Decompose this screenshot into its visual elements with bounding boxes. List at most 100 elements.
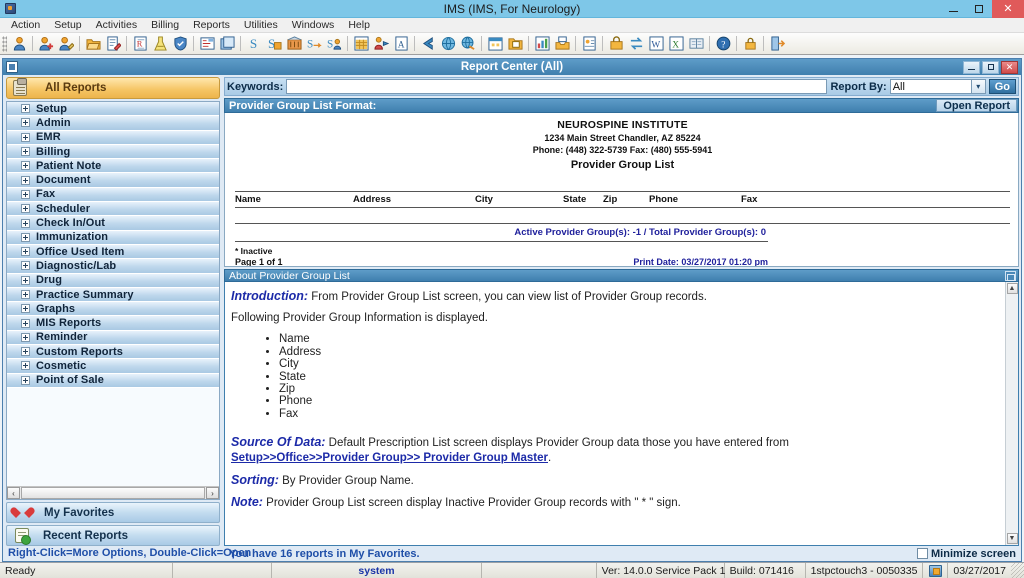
menu-item-reports[interactable]: Reports [186, 18, 237, 33]
sidebar-item-admin[interactable]: Admin [7, 116, 219, 131]
status-app-icon-cell[interactable] [923, 563, 949, 578]
menu-item-action[interactable]: Action [4, 18, 47, 33]
prescription-icon[interactable]: R [131, 35, 149, 53]
report-center-minimize-button[interactable] [963, 60, 980, 74]
authorization-icon[interactable]: A [392, 35, 410, 53]
expand-icon[interactable] [21, 347, 30, 357]
globe-icon[interactable] [439, 35, 457, 53]
expand-icon[interactable] [21, 132, 30, 142]
go-button[interactable]: Go [988, 79, 1016, 94]
hscroll-thumb[interactable] [21, 487, 205, 499]
sidebar-item-check-in-out[interactable]: Check In/Out [7, 216, 219, 231]
about-vscrollbar[interactable]: ▲ ▼ [1005, 282, 1018, 545]
back-arrow-icon[interactable] [419, 35, 437, 53]
sidebar-item-mis-reports[interactable]: MIS Reports [7, 316, 219, 331]
bank-icon[interactable] [285, 35, 303, 53]
open-report-button[interactable]: Open Report [936, 99, 1017, 112]
menu-item-billing[interactable]: Billing [144, 18, 186, 33]
sidebar-item-drug[interactable]: Drug [7, 273, 219, 288]
toolbar-grip[interactable] [2, 35, 7, 52]
sidebar-item-immunization[interactable]: Immunization [7, 230, 219, 245]
document-stack-icon[interactable] [218, 35, 236, 53]
sidebar-item-graphs[interactable]: Graphs [7, 302, 219, 317]
expand-icon[interactable] [21, 218, 30, 228]
scroll-left-button[interactable]: ‹ [7, 487, 20, 499]
sidebar-item-patient-note[interactable]: Patient Note [7, 159, 219, 174]
lab-flask-icon[interactable] [151, 35, 169, 53]
sidebar-item-document[interactable]: Document [7, 173, 219, 188]
open-folder-icon[interactable] [84, 35, 102, 53]
scroll-up-button[interactable]: ▲ [1006, 283, 1018, 294]
provider-group-master-link[interactable]: Setup>>Office>>Provider Group>> Provider… [231, 452, 548, 464]
note-edit-icon[interactable] [104, 35, 122, 53]
expand-icon[interactable] [21, 232, 30, 242]
report-by-select[interactable]: All ▾ [889, 79, 986, 94]
transcription-icon[interactable] [198, 35, 216, 53]
expand-icon[interactable] [21, 375, 30, 385]
menu-item-utilities[interactable]: Utilities [237, 18, 285, 33]
sidebar-item-scheduler[interactable]: Scheduler [7, 202, 219, 217]
sidebar-item-setup[interactable]: Setup [7, 102, 219, 117]
scroll-down-button[interactable]: ▼ [1006, 533, 1018, 544]
all-reports-header[interactable]: All Reports [6, 77, 220, 99]
sidebar-item-emr[interactable]: EMR [7, 130, 219, 145]
expand-icon[interactable] [21, 247, 30, 257]
shield-icon[interactable] [171, 35, 189, 53]
sidebar-item-billing[interactable]: Billing [7, 144, 219, 160]
my-favorites-button[interactable]: My Favorites [6, 502, 220, 523]
help-icon[interactable]: ? [714, 35, 732, 53]
menu-item-setup[interactable]: Setup [47, 18, 88, 33]
lock-money-icon[interactable] [607, 35, 625, 53]
expand-icon[interactable] [21, 189, 30, 199]
report-center-close-button[interactable]: ✕ [1001, 60, 1018, 74]
charge-icon[interactable]: S [265, 35, 283, 53]
expand-icon[interactable] [21, 161, 30, 171]
expand-icon[interactable] [21, 332, 30, 342]
minimize-screen-checkbox[interactable] [917, 548, 929, 559]
patient-icon[interactable] [10, 35, 28, 53]
sidebar-item-custom-reports[interactable]: Custom Reports [7, 345, 219, 360]
payment-icon[interactable]: S [245, 35, 263, 53]
sidebar-item-reminder[interactable]: Reminder [7, 330, 219, 346]
minimize-screen-group[interactable]: Minimize screen [917, 548, 1016, 560]
contacts-icon[interactable] [580, 35, 598, 53]
expand-icon[interactable] [21, 175, 30, 185]
refund-icon[interactable]: S [305, 35, 323, 53]
scroll-right-button[interactable]: › [206, 487, 219, 499]
patient-payment-icon[interactable]: S [325, 35, 343, 53]
book-icon[interactable] [687, 35, 705, 53]
expand-icon[interactable] [21, 304, 30, 314]
sidebar-item-fax[interactable]: Fax [7, 187, 219, 203]
appointment-icon[interactable] [372, 35, 390, 53]
chart-icon[interactable] [533, 35, 551, 53]
chevron-down-icon[interactable]: ▾ [970, 80, 985, 93]
word-export-icon[interactable]: W [647, 35, 665, 53]
patient-add-icon[interactable] [37, 35, 55, 53]
menu-item-activities[interactable]: Activities [89, 18, 144, 33]
excel-export-icon[interactable]: X [667, 35, 685, 53]
expand-icon[interactable] [21, 361, 30, 371]
menu-item-windows[interactable]: Windows [285, 18, 342, 33]
reports-tree-hscrollbar[interactable]: ‹ › [7, 486, 219, 499]
expand-icon[interactable] [21, 204, 30, 214]
inbox-icon[interactable] [553, 35, 571, 53]
schedule-grid-icon[interactable] [352, 35, 370, 53]
exchange-icon[interactable] [627, 35, 645, 53]
expand-icon[interactable] [21, 147, 30, 157]
about-restore-icon[interactable] [1005, 270, 1016, 281]
calendar-icon[interactable] [486, 35, 504, 53]
folder-report-icon[interactable] [506, 35, 524, 53]
patient-edit-icon[interactable] [57, 35, 75, 53]
expand-icon[interactable] [21, 261, 30, 271]
sidebar-item-diagnostic-lab[interactable]: Diagnostic/Lab [7, 259, 219, 274]
expand-icon[interactable] [21, 290, 30, 299]
globe-secure-icon[interactable] [459, 35, 477, 53]
report-center-restore-button[interactable] [982, 60, 999, 74]
expand-icon[interactable] [21, 318, 30, 328]
sidebar-item-point-of-sale[interactable]: Point of Sale [7, 373, 219, 388]
expand-icon[interactable] [21, 104, 30, 114]
sidebar-item-office-used-item[interactable]: Office Used Item [7, 244, 219, 260]
sidebar-item-practice-summary[interactable]: Practice Summary [7, 287, 219, 303]
expand-icon[interactable] [21, 118, 30, 128]
sidebar-item-cosmetic[interactable]: Cosmetic [7, 359, 219, 374]
